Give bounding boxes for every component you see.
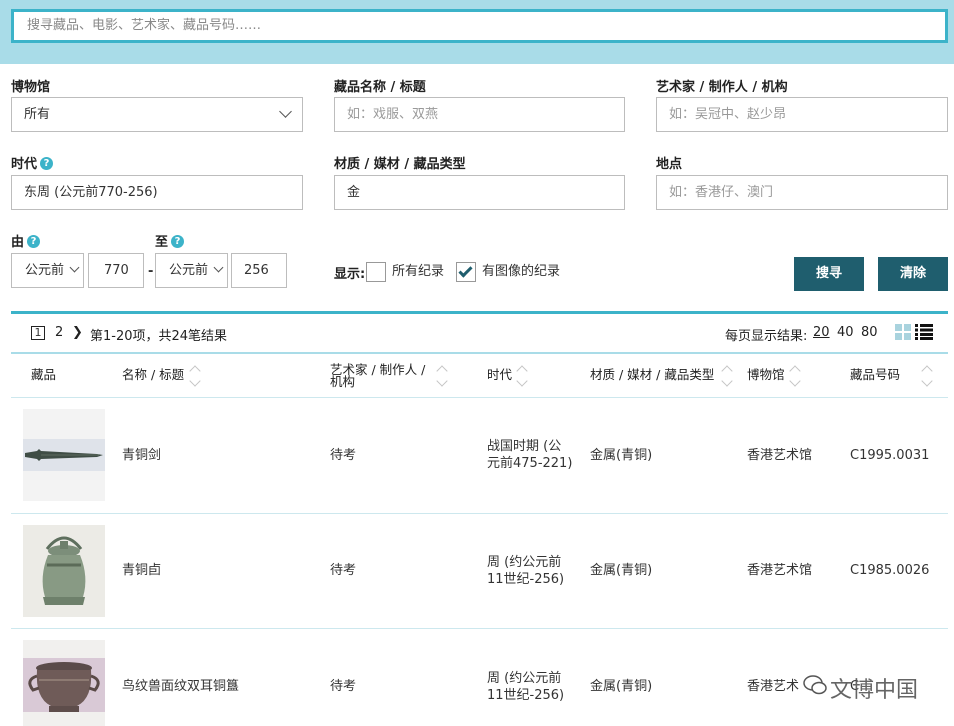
page-1-current: 1: [31, 326, 45, 340]
row-2-material: 金属(青铜): [590, 563, 653, 578]
chevron-down-icon: [213, 262, 224, 273]
sort-icon[interactable]: [516, 363, 528, 389]
bronze-sword-image: [23, 409, 105, 501]
title-label: 藏品名称 / 标题: [334, 80, 426, 95]
period-label: 时代?: [11, 153, 54, 172]
with-images-checkbox[interactable]: [456, 262, 476, 282]
row-3-period: 周 (约公元前11世纪-256): [487, 671, 565, 703]
column-header-item: 藏品: [31, 367, 57, 382]
column-header-title[interactable]: 名称 / 标题: [122, 368, 184, 381]
row-1-number: C1995.0031: [850, 448, 930, 463]
chevron-down-icon: [69, 262, 80, 273]
row-1-name[interactable]: 青铜剑: [122, 447, 161, 464]
artist-input[interactable]: 如：吴冠中、赵少昂: [656, 97, 948, 132]
per-page-label: 每页显示结果:: [725, 329, 808, 344]
to-era-value: 公元前: [169, 263, 209, 278]
all-records-checkbox[interactable]: [366, 262, 386, 282]
row-3-name[interactable]: 鸟纹兽面纹双耳铜簋: [122, 678, 239, 695]
sort-icon[interactable]: [789, 363, 801, 389]
wechat-icon: [803, 675, 827, 695]
from-era-value: 公元前: [25, 263, 65, 278]
row-2-name[interactable]: 青铜卣: [122, 562, 161, 579]
search-button[interactable]: 搜寻: [794, 257, 864, 291]
to-label: 至?: [155, 231, 185, 250]
search-input[interactable]: 搜寻藏品、电影、艺术家、藏品号码……: [11, 9, 948, 43]
column-header-period[interactable]: 时代: [487, 368, 512, 381]
from-year-input[interactable]: 770: [88, 253, 144, 288]
from-label: 由?: [11, 231, 41, 250]
sort-icon[interactable]: [436, 363, 448, 389]
to-era-select[interactable]: 公元前: [155, 253, 228, 288]
per-page-80[interactable]: 80: [861, 325, 878, 340]
place-input[interactable]: 如：香港仔、澳门: [656, 175, 948, 210]
place-label: 地点: [656, 157, 683, 172]
material-label: 材质 / 媒材 / 藏品类型: [334, 157, 466, 172]
per-page-20[interactable]: 20: [813, 325, 830, 340]
period-input[interactable]: 东周 (公元前770-256): [11, 175, 303, 210]
help-icon[interactable]: ?: [171, 235, 185, 248]
row-1-material: 金属(青铜): [590, 448, 653, 463]
bronze-gui-vessel-image: [23, 640, 105, 726]
row-2-number: C1985.0026: [850, 563, 930, 578]
results-divider: [11, 311, 948, 314]
sort-icon[interactable]: [721, 363, 733, 389]
title-input[interactable]: 如：戏服、双燕: [334, 97, 625, 132]
chevron-down-icon: [279, 105, 292, 118]
row-3-material: 金属(青铜): [590, 679, 653, 694]
item-thumbnail-bronze-you[interactable]: [23, 525, 105, 617]
from-era-select[interactable]: 公元前: [11, 253, 84, 288]
item-thumbnail-bronze-gui[interactable]: [23, 640, 105, 726]
to-label-text: 至: [155, 235, 169, 250]
row-1-artist: 待考: [330, 448, 357, 463]
all-records-label: 所有纪录: [392, 264, 445, 279]
museum-label: 博物馆: [11, 80, 51, 95]
from-label-text: 由: [11, 235, 25, 250]
row-2-museum: 香港艺术馆: [747, 563, 813, 578]
row-1-museum: 香港艺术馆: [747, 448, 813, 463]
clear-button[interactable]: 清除: [878, 257, 948, 291]
row-divider: [11, 397, 948, 398]
help-icon[interactable]: ?: [27, 235, 41, 248]
column-header-material[interactable]: 材质 / 媒材 / 藏品类型: [590, 368, 714, 381]
results-summary: 第1-20项，共24笔结果: [90, 329, 228, 344]
watermark-text: 文博中国: [830, 678, 919, 703]
range-separator: -: [148, 264, 154, 279]
to-year-input[interactable]: 256: [231, 253, 287, 288]
item-thumbnail-bronze-sword[interactable]: [23, 409, 105, 501]
page-2-link[interactable]: 2: [55, 325, 63, 340]
grid-view-icon[interactable]: [895, 324, 911, 340]
row-1-period: 战国时期 (公元前475-221): [487, 439, 573, 471]
museum-select-value: 所有: [24, 107, 51, 122]
period-label-text: 时代: [11, 157, 38, 172]
sort-icon[interactable]: [921, 363, 933, 389]
row-divider: [11, 513, 948, 514]
help-icon[interactable]: ?: [40, 157, 54, 170]
museum-select[interactable]: 所有: [11, 97, 303, 132]
with-images-label: 有图像的纪录: [482, 264, 561, 279]
row-3-museum: 香港艺术: [747, 679, 800, 694]
checkmark-icon: [458, 263, 473, 278]
column-header-museum[interactable]: 博物馆: [747, 368, 785, 381]
material-input[interactable]: 金: [334, 175, 625, 210]
row-divider: [11, 628, 948, 629]
list-view-icon[interactable]: [915, 324, 933, 340]
row-3-artist: 待考: [330, 679, 357, 694]
column-header-number[interactable]: 藏品号码: [850, 368, 900, 381]
chevron-right-icon[interactable]: ❯: [72, 325, 83, 340]
table-header-top-border: [11, 352, 948, 354]
artist-label: 艺术家 / 制作人 / 机构: [656, 80, 788, 95]
column-header-artist[interactable]: 艺术家 / 制作人 / 机构: [330, 363, 426, 388]
display-label: 显示:: [334, 267, 366, 282]
per-page-40[interactable]: 40: [837, 325, 854, 340]
sort-icon[interactable]: [189, 363, 201, 389]
row-2-period: 周 (约公元前11世纪-256): [487, 555, 565, 587]
bronze-you-vessel-image: [23, 525, 105, 617]
search-band: 搜寻藏品、电影、艺术家、藏品号码……: [0, 0, 954, 64]
row-2-artist: 待考: [330, 563, 357, 578]
